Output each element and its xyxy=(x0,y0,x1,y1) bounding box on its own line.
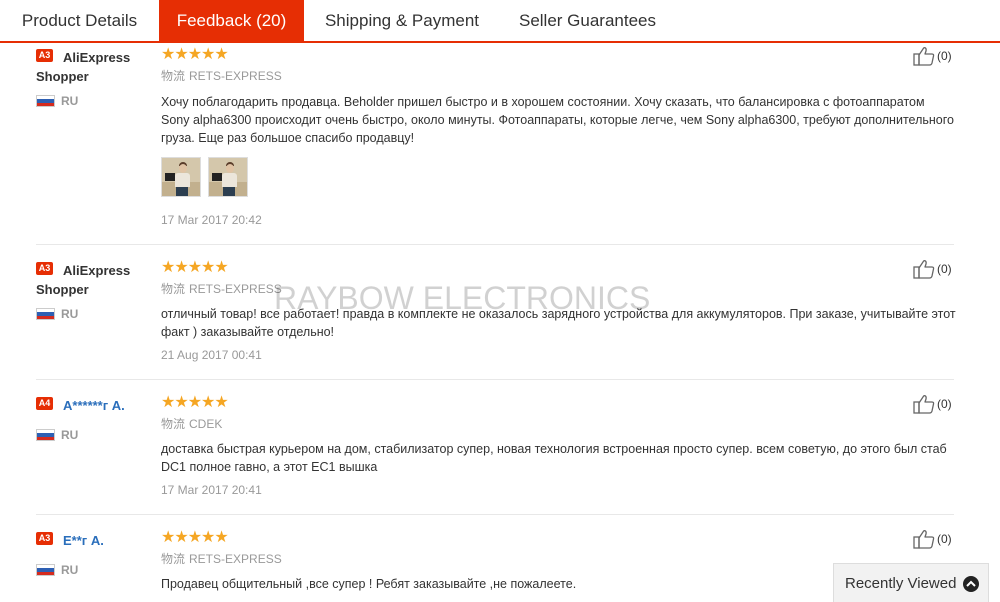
star-rating: ★★★★★ xyxy=(161,529,229,546)
helpful-vote[interactable]: (0) xyxy=(913,259,958,279)
tab-product-details[interactable]: Product Details xyxy=(0,0,159,41)
ru-flag-icon xyxy=(36,95,55,107)
thumbs-up-icon[interactable] xyxy=(913,46,935,66)
logistics-label: 物流 xyxy=(161,69,186,83)
ru-flag-icon xyxy=(36,564,55,576)
ru-flag-icon xyxy=(36,308,55,320)
logistics-name: CDEK xyxy=(189,417,223,431)
logistics-label: 物流 xyxy=(161,552,186,566)
feedback-item: A4 A******г A. RU ★★★★★ 物流 CDEK доставка … xyxy=(36,391,954,515)
country-code: RU xyxy=(61,94,79,108)
feedback-text: отличный товар! все работает! правда в к… xyxy=(161,307,956,339)
tab-seller-guarantees[interactable]: Seller Guarantees xyxy=(500,0,675,41)
thumbs-up-icon[interactable] xyxy=(913,394,935,414)
country-code: RU xyxy=(61,307,79,321)
buyer-level-badge: A3 xyxy=(36,532,53,545)
logistics-name: RETS-EXPRESS xyxy=(189,552,282,566)
logistics-info: 物流 CDEK xyxy=(161,417,222,431)
feedback-photo-thumbnail[interactable] xyxy=(161,157,201,197)
logistics-info: 物流 RETS-EXPRESS xyxy=(161,282,282,296)
logistics-info: 物流 RETS-EXPRESS xyxy=(161,69,282,83)
thumbs-up-icon[interactable] xyxy=(913,529,935,549)
helpful-count: (0) xyxy=(937,532,952,546)
buyer-level-badge: A4 xyxy=(36,397,53,410)
feedback-photo-thumbnail[interactable] xyxy=(208,157,248,197)
helpful-count: (0) xyxy=(937,397,952,411)
feedback-item: A3 AliExpress Shopper RU ★★★★★ 物流 RETS-EX… xyxy=(36,43,954,245)
buyer-info: A3 AliExpress Shopper RU xyxy=(36,48,156,108)
feedback-date: 17 Mar 2017 20:42 xyxy=(161,213,262,227)
product-tabs: Product Details Feedback (20) Shipping &… xyxy=(0,0,1000,43)
chevron-up-circle-icon xyxy=(963,576,979,592)
feedback-item: A3 AliExpress Shopper RU ★★★★★ 物流 RETS-EX… xyxy=(36,256,956,380)
star-rating: ★★★★★ xyxy=(161,394,229,411)
star-rating: ★★★★★ xyxy=(161,259,229,276)
buyer-name: AliExpress Shopper xyxy=(36,261,156,299)
buyer-info: A3 AliExpress Shopper RU xyxy=(36,261,156,321)
helpful-vote[interactable]: (0) xyxy=(913,394,958,414)
logistics-name: RETS-EXPRESS xyxy=(189,69,282,83)
logistics-name: RETS-EXPRESS xyxy=(189,282,282,296)
helpful-vote[interactable]: (0) xyxy=(913,529,958,549)
logistics-label: 物流 xyxy=(161,282,186,296)
buyer-info: A4 A******г A. RU xyxy=(36,396,156,442)
feedback-item: A3 E**г A. RU ★★★★★ 物流 RETS-EXPRESS Прода… xyxy=(36,526,954,602)
buyer-name[interactable]: A******г A. xyxy=(36,396,156,415)
buyer-name-line-2: Shopper xyxy=(36,282,89,297)
feedback-text: Хочу поблагодарить продавца. Beholder пр… xyxy=(161,95,954,145)
logistics-label: 物流 xyxy=(161,417,186,431)
buyer-level-badge: A3 xyxy=(36,262,53,275)
recently-viewed-label: Recently Viewed xyxy=(845,575,957,592)
buyer-name[interactable]: E**г A. xyxy=(36,531,156,550)
thumbs-up-icon[interactable] xyxy=(913,259,935,279)
star-rating: ★★★★★ xyxy=(161,46,229,63)
country-code: RU xyxy=(61,428,79,442)
logistics-info: 物流 RETS-EXPRESS xyxy=(161,552,282,566)
recently-viewed-button[interactable]: Recently Viewed xyxy=(833,563,989,602)
buyer-name-line-2: Shopper xyxy=(36,69,89,84)
helpful-count: (0) xyxy=(937,49,952,63)
buyer-level-badge: A3 xyxy=(36,49,53,62)
buyer-name: AliExpress Shopper xyxy=(36,48,156,86)
country-code: RU xyxy=(61,563,79,577)
buyer-name-line-1: AliExpress xyxy=(63,50,131,65)
feedback-text: доставка быстрая курьером на дом, стабил… xyxy=(161,442,947,474)
tab-shipping-payment[interactable]: Shipping & Payment xyxy=(304,0,500,41)
feedback-date: 21 Aug 2017 00:41 xyxy=(161,348,262,362)
tab-feedback[interactable]: Feedback (20) xyxy=(159,0,304,41)
helpful-vote[interactable]: (0) xyxy=(913,46,958,66)
helpful-count: (0) xyxy=(937,262,952,276)
buyer-name-line-1: AliExpress xyxy=(63,263,131,278)
feedback-date: 17 Mar 2017 20:41 xyxy=(161,483,262,497)
feedback-list: A3 AliExpress Shopper RU ★★★★★ 物流 RETS-EX… xyxy=(0,43,1000,602)
buyer-info: A3 E**г A. RU xyxy=(36,531,156,577)
ru-flag-icon xyxy=(36,429,55,441)
